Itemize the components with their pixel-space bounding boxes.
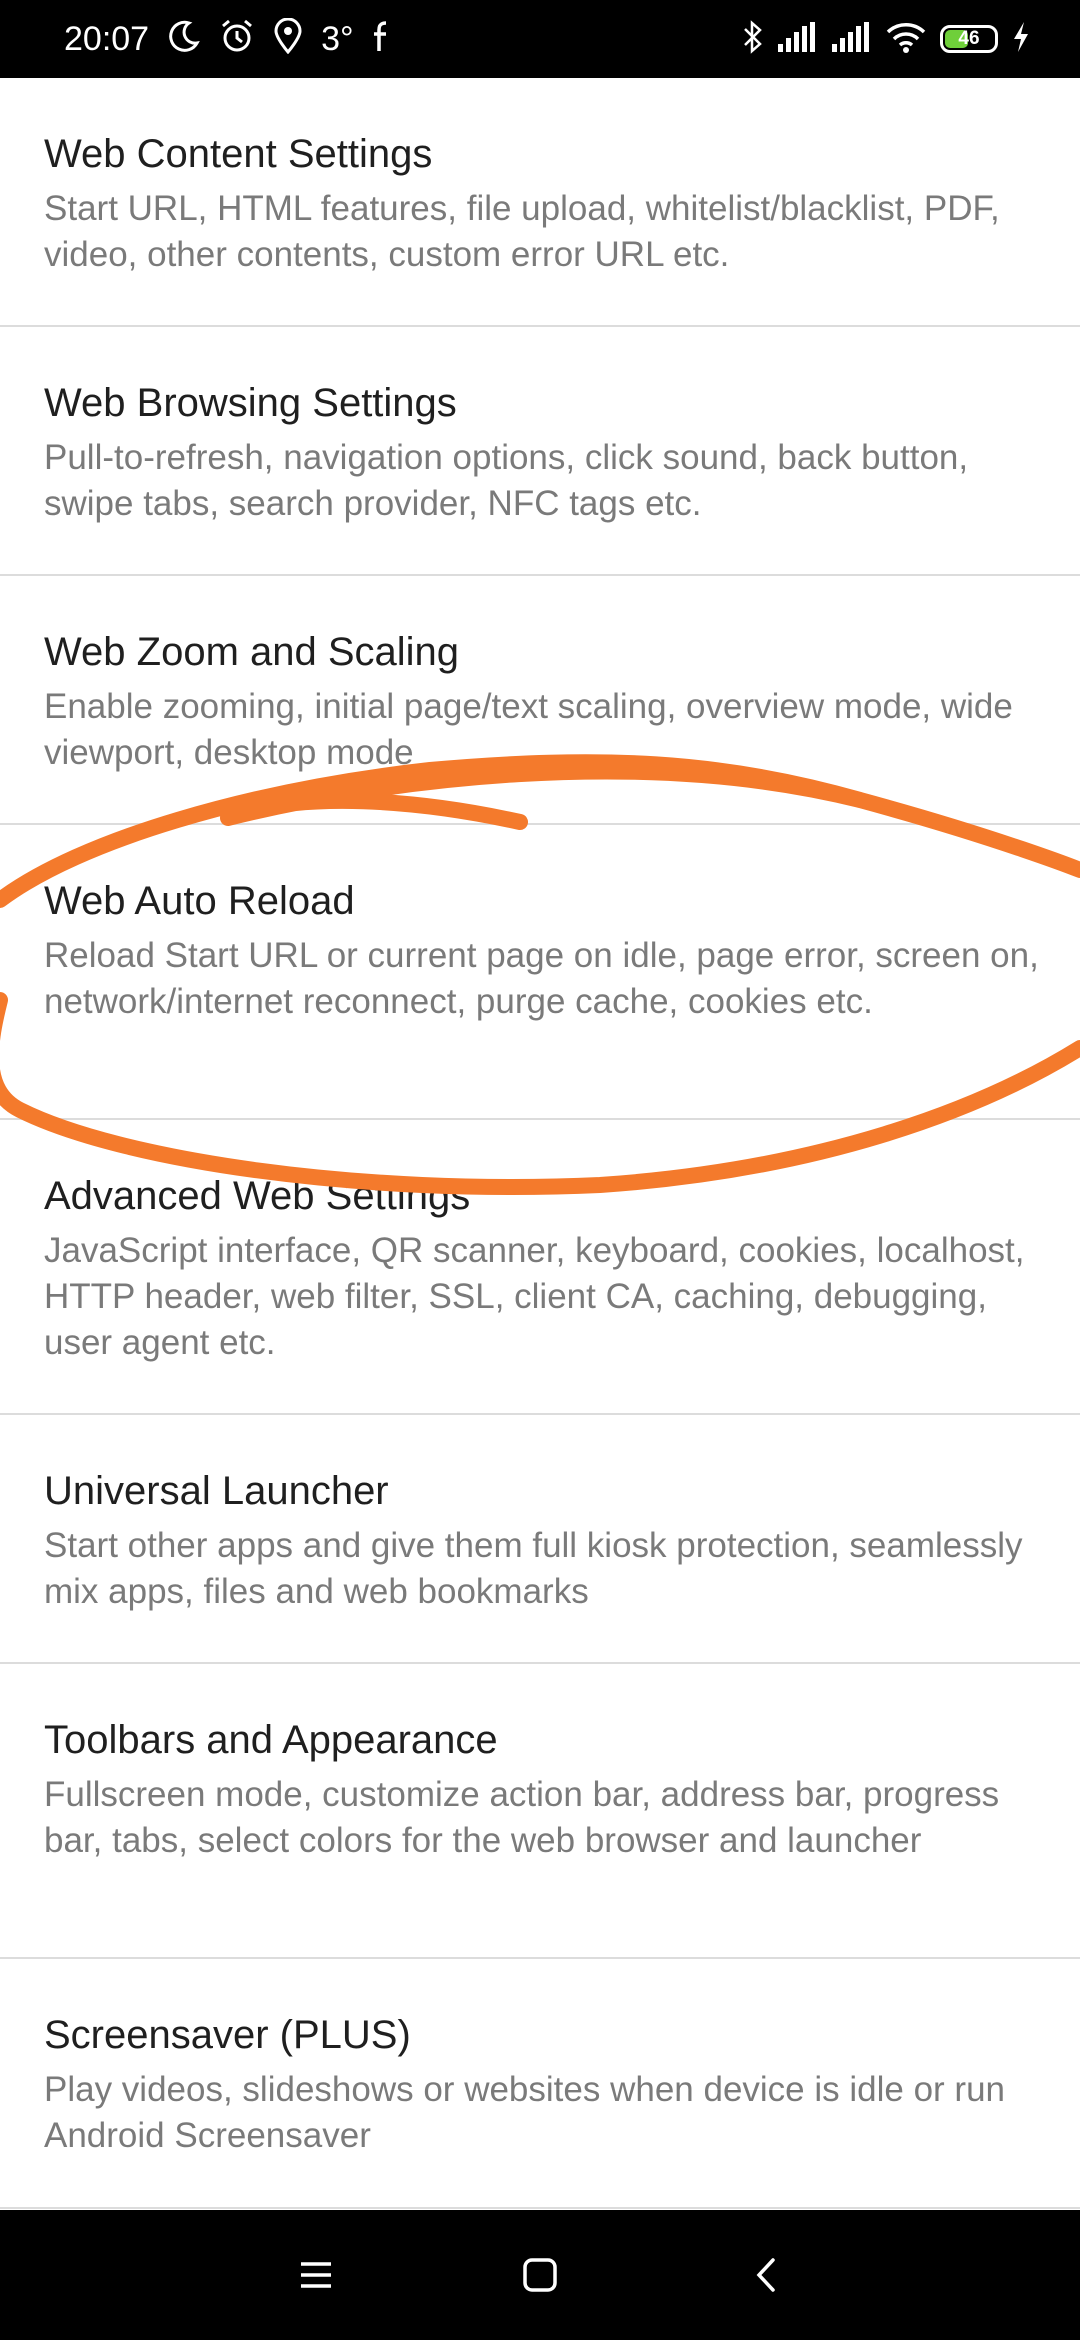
settings-item-web-zoom[interactable]: Web Zoom and Scaling Enable zooming, ini…	[0, 576, 1080, 825]
battery-icon: 46	[940, 25, 998, 53]
settings-item-web-browsing[interactable]: Web Browsing Settings Pull-to-refresh, n…	[0, 327, 1080, 576]
settings-item-subtitle: Pull-to-refresh, navigation options, cli…	[44, 438, 969, 523]
facebook-icon	[372, 19, 392, 59]
temperature: 3°	[321, 19, 354, 58]
settings-item-title: Universal Launcher	[44, 1469, 389, 1513]
signal-icon	[778, 21, 818, 57]
settings-item-title: Web Browsing Settings	[44, 381, 457, 425]
charging-icon	[1012, 21, 1030, 58]
settings-item-subtitle: JavaScript interface, QR scanner, keyboa…	[44, 1231, 1025, 1362]
location-icon	[273, 17, 303, 60]
back-icon[interactable]	[731, 2240, 801, 2310]
battery-level: 46	[958, 28, 980, 49]
settings-item-web-auto-reload[interactable]: Web Auto Reload Reload Start URL or curr…	[0, 825, 1080, 1120]
home-icon[interactable]	[505, 2240, 575, 2310]
settings-item-advanced-web[interactable]: Advanced Web Settings JavaScript interfa…	[0, 1120, 1080, 1415]
menu-icon[interactable]	[281, 2240, 351, 2310]
settings-list: Web Content Settings Start URL, HTML fea…	[0, 78, 1080, 2209]
settings-item-title: Toolbars and Appearance	[44, 1718, 498, 1762]
status-bar: 20:07 3° 46	[0, 0, 1080, 78]
settings-item-title: Web Auto Reload	[44, 879, 355, 923]
settings-item-subtitle: Start other apps and give them full kios…	[44, 1526, 1023, 1611]
moon-icon	[167, 19, 201, 59]
bluetooth-icon	[742, 19, 764, 59]
settings-item-toolbars-appearance[interactable]: Toolbars and Appearance Fullscreen mode,…	[0, 1664, 1080, 1959]
settings-item-subtitle: Reload Start URL or current page on idle…	[44, 936, 1039, 1021]
settings-item-title: Web Zoom and Scaling	[44, 630, 460, 674]
settings-item-subtitle: Fullscreen mode, customize action bar, a…	[44, 1775, 1000, 1860]
signal-icon	[832, 21, 872, 57]
navigation-bar	[0, 2210, 1080, 2340]
settings-item-title: Web Content Settings	[44, 132, 433, 176]
settings-item-subtitle: Enable zooming, initial page/text scalin…	[44, 687, 1013, 772]
settings-item-subtitle: Start URL, HTML features, file upload, w…	[44, 189, 1000, 274]
settings-item-title: Screensaver (PLUS)	[44, 2013, 411, 2057]
settings-item-web-content[interactable]: Web Content Settings Start URL, HTML fea…	[0, 78, 1080, 327]
settings-item-universal-launcher[interactable]: Universal Launcher Start other apps and …	[0, 1415, 1080, 1664]
settings-item-subtitle: Play videos, slideshows or websites when…	[44, 2070, 1006, 2155]
status-time: 20:07	[64, 19, 150, 58]
settings-item-screensaver[interactable]: Screensaver (PLUS) Play videos, slidesho…	[0, 1959, 1080, 2209]
settings-item-title: Advanced Web Settings	[44, 1174, 471, 1218]
wifi-icon	[886, 21, 926, 58]
alarm-icon	[219, 18, 255, 60]
